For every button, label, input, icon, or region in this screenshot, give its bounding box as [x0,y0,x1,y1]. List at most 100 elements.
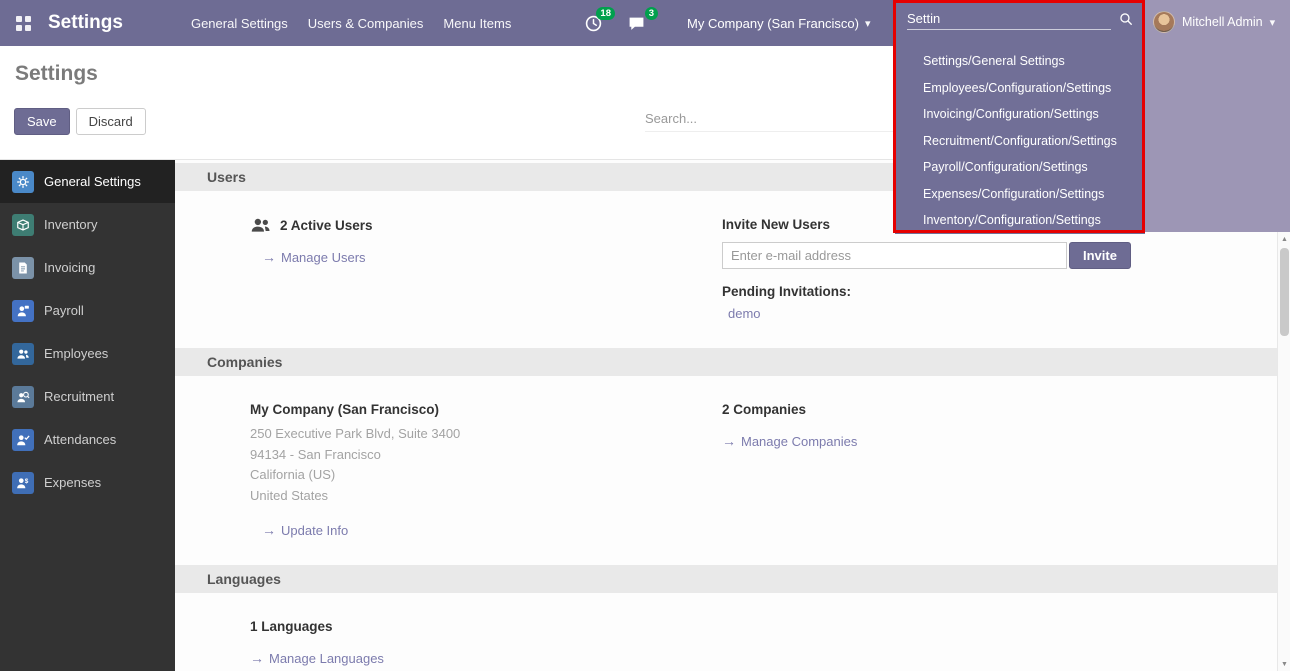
languages-count: 1 Languages [250,619,722,634]
discard-button[interactable]: Discard [76,108,146,135]
arrow-right-icon: → [262,522,276,538]
search-result-item[interactable]: Payroll/Configuration/Settings [895,154,1145,181]
update-info-label: Update Info [281,523,348,538]
companies-right-column: 2 Companies → Manage Companies [722,402,1257,538]
app-title: Settings [48,12,123,34]
pending-invitations-label: Pending Invitations: [722,284,1257,299]
sidebar-item-label: Invoicing [44,260,95,275]
payroll-person-icon [12,300,34,322]
manage-users-label: Manage Users [281,250,366,265]
control-buttons: Save Discard [14,108,146,135]
menu-search-row [895,0,1145,38]
search-result-item[interactable]: Employees/Configuration/Settings [895,75,1145,102]
search-icon [1119,12,1133,26]
arrow-right-icon: → [250,650,264,666]
user-menu-panel: Mitchell Admin ▾ [1145,0,1290,232]
sidebar-item-label: Recruitment [44,389,114,404]
sidebar-item-label: Employees [44,346,108,361]
users-group-icon [250,217,271,233]
address-line: 94134 - San Francisco [250,445,722,466]
languages-left-column: 1 Languages → Manage Languages [250,619,722,666]
messages-button[interactable]: 3 [628,15,645,32]
companies-left-column: My Company (San Francisco) 250 Executive… [250,402,722,538]
apps-menu-button[interactable] [0,0,46,46]
invite-row: Invite [722,242,1257,269]
users-left-column: 2 Active Users → Manage Users [250,217,722,321]
sidebar-item-general-settings[interactable]: General Settings [0,160,175,203]
section-companies: My Company (San Francisco) 250 Executive… [175,376,1277,562]
page-title: Settings [15,62,98,86]
user-menu-button[interactable]: Mitchell Admin ▾ [1145,0,1290,33]
sidebar-item-employees[interactable]: Employees [0,332,175,375]
companies-count: 2 Companies [722,402,1257,417]
menu-item-general-settings[interactable]: General Settings [181,0,298,46]
expenses-dollar-icon: $ [12,472,34,494]
gear-icon [12,171,34,193]
pending-user-link[interactable]: demo [728,306,1257,321]
scroll-down-arrow[interactable]: ▼ [1278,657,1290,671]
manage-languages-link[interactable]: → Manage Languages [250,650,384,666]
menu-search-results: Settings/General Settings Employees/Conf… [895,48,1145,234]
menu-item-menu-items[interactable]: Menu Items [433,0,521,46]
sidebar-item-label: Payroll [44,303,84,318]
sidebar-item-label: General Settings [44,174,141,189]
save-button[interactable]: Save [14,108,70,135]
invite-email-input[interactable] [722,242,1067,269]
manage-companies-link[interactable]: → Manage Companies [722,433,857,449]
search-result-item[interactable]: Expenses/Configuration/Settings [895,181,1145,208]
update-info-link[interactable]: → Update Info [262,522,348,538]
arrow-right-icon: → [262,249,276,265]
company-name: My Company (San Francisco) [250,402,722,417]
manage-languages-label: Manage Languages [269,651,384,666]
invite-button[interactable]: Invite [1069,242,1131,269]
sidebar-item-label: Inventory [44,217,97,232]
chevron-down-icon: ▾ [1270,16,1276,29]
menu-search-input[interactable] [907,8,1111,30]
search-input[interactable] [645,106,895,132]
avatar [1153,11,1175,33]
sidebar-item-inventory[interactable]: Inventory [0,203,175,246]
user-name: Mitchell Admin [1182,15,1263,29]
scroll-up-arrow[interactable]: ▲ [1278,232,1290,246]
scrollbar-thumb[interactable] [1280,248,1289,336]
search-result-item[interactable]: Settings/General Settings [895,48,1145,75]
sidebar-item-payroll[interactable]: Payroll [0,289,175,332]
vertical-scrollbar[interactable]: ▲ ▼ [1277,232,1290,671]
systray: 18 3 My Company (San Francisco) ▾ [585,0,870,46]
sidebar-item-expenses[interactable]: $ Expenses [0,461,175,504]
active-users-row: 2 Active Users [250,217,722,233]
search-result-item[interactable]: Inventory/Configuration/Settings [895,207,1145,234]
messages-badge: 3 [645,7,658,20]
sidebar-item-invoicing[interactable]: Invoicing [0,246,175,289]
apps-grid-icon [16,16,31,31]
app-menu: General Settings Users & Companies Menu … [181,0,521,46]
sidebar-item-attendances[interactable]: Attendances [0,418,175,461]
document-icon [12,257,34,279]
section-header-languages: Languages [175,565,1277,593]
activities-badge: 18 [596,7,615,20]
settings-content: Users 2 Active Users → Manage Users Invi… [175,160,1277,671]
activities-button[interactable]: 18 [585,15,602,32]
section-header-companies: Companies [175,348,1277,376]
arrow-right-icon: → [722,433,736,449]
company-address: 250 Executive Park Blvd, Suite 3400 9413… [250,424,722,506]
menu-item-users-companies[interactable]: Users & Companies [298,0,434,46]
company-switcher[interactable]: My Company (San Francisco) ▾ [687,16,870,31]
settings-sidebar: General Settings Inventory Invoicing Pay… [0,160,175,671]
search-result-item[interactable]: Recruitment/Configuration/Settings [895,128,1145,155]
address-line: California (US) [250,465,722,486]
attendance-check-icon [12,429,34,451]
company-switcher-label: My Company (San Francisco) [687,16,859,31]
manage-companies-label: Manage Companies [741,434,857,449]
sidebar-item-label: Expenses [44,475,101,490]
sidebar-item-recruitment[interactable]: Recruitment [0,375,175,418]
chevron-down-icon: ▾ [865,17,871,30]
recruitment-search-icon [12,386,34,408]
people-icon [12,343,34,365]
manage-users-link[interactable]: → Manage Users [262,249,366,265]
active-users-count: 2 Active Users [280,218,373,233]
chat-bubble-icon [628,15,645,32]
menu-search-dropdown: Settings/General Settings Employees/Conf… [895,0,1145,234]
search-result-item[interactable]: Invoicing/Configuration/Settings [895,101,1145,128]
address-line: 250 Executive Park Blvd, Suite 3400 [250,424,722,445]
